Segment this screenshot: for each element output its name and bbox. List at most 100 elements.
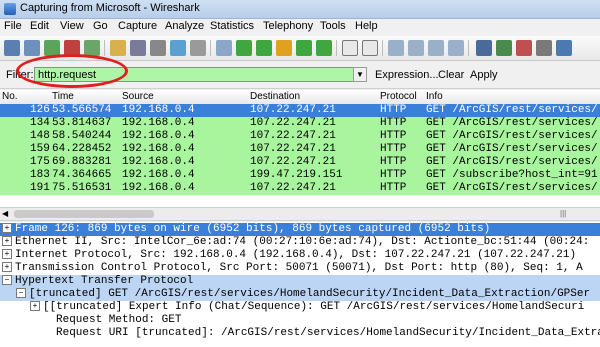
expand-icon[interactable]: + [2,236,12,247]
menu-statistics[interactable]: Statistics [210,20,254,32]
clear-button[interactable]: Clear [438,69,464,81]
detail-text: Internet Protocol, Src: 192.168.0.4 (192… [15,249,577,261]
packet-cell-info: GET /ArcGIS/rest/services/ [426,117,598,129]
toolbar-separator [468,40,469,56]
resize-columns-icon[interactable] [448,40,464,56]
detail-line[interactable]: − [truncated] GET /ArcGIS/rest/services/H… [0,288,600,301]
column-header-destination[interactable]: Destination [250,91,300,102]
packet-row[interactable]: 126 53.566574 192.168.0.4 107.22.247.21 HTTP… [0,104,600,117]
packet-cell-time: 53.566574 [52,104,112,116]
packet-cell-destination: 199.47.219.151 [250,169,343,181]
packet-row[interactable]: 191 75.516531 192.168.0.4 107.22.247.21 HTTP… [0,182,600,195]
capture-options-icon[interactable] [24,40,40,56]
packet-details-pane[interactable]: + Frame 126: 869 bytes on wire (6952 bits… [0,222,600,347]
chevron-down-icon[interactable]: ▼ [353,67,367,82]
expand-icon[interactable]: + [2,262,12,273]
expression-button[interactable]: Expression... [375,69,439,81]
packet-list-scrollbar[interactable]: ◀ ||| [0,207,600,221]
go-to-packet-icon[interactable] [276,40,292,56]
packet-list-header: No. Time Source Destination Protocol Inf… [0,90,600,105]
print-icon[interactable] [190,40,206,56]
coloring-rules-icon[interactable] [516,40,532,56]
collapse-icon[interactable]: − [16,288,26,299]
menu-file[interactable]: File [4,20,22,32]
packet-cell-no: 175 [30,156,50,168]
detail-line[interactable]: + Internet Protocol, Src: 192.168.0.4 (19… [0,249,600,262]
open-icon[interactable] [110,40,126,56]
grip-icon: ||| [560,209,567,218]
reload-icon[interactable] [170,40,186,56]
packet-row[interactable]: 175 69.883281 192.168.0.4 107.22.247.21 HTTP… [0,156,600,169]
expand-icon[interactable]: + [2,249,12,260]
column-header-no[interactable]: No. [2,91,18,102]
first-packet-icon[interactable] [296,40,312,56]
detail-line[interactable]: + Ethernet II, Src: IntelCor_6e:ad:74 (00… [0,236,600,249]
scrollbar-thumb[interactable] [14,210,154,218]
start-capture-icon[interactable] [44,40,60,56]
detail-line[interactable]: + [[truncated] Expert Info (Chat/Sequence… [0,301,600,314]
menu-telephony[interactable]: Telephony [263,20,313,32]
detail-line[interactable]: Request Method: GET [0,314,600,327]
scroll-left-icon[interactable]: ◀ [2,209,8,218]
packet-cell-destination: 107.22.247.21 [250,130,336,142]
packet-row[interactable]: 148 58.540244 192.168.0.4 107.22.247.21 HTTP… [0,130,600,143]
packet-cell-source: 192.168.0.4 [122,117,195,129]
expand-icon[interactable]: + [30,301,40,312]
menu-capture[interactable]: Capture [118,20,157,32]
capture-filters-icon[interactable] [476,40,492,56]
menu-tools[interactable]: Tools [320,20,346,32]
display-filter-input[interactable]: http.request [34,67,354,82]
detail-text: Frame 126: 869 bytes on wire (6952 bits)… [15,223,491,235]
packet-row[interactable]: 134 53.814637 192.168.0.4 107.22.247.21 HTTP… [0,117,600,130]
interface-list-icon[interactable] [4,40,20,56]
packet-cell-time: 58.540244 [52,130,112,142]
close-file-icon[interactable] [150,40,166,56]
toolbar-separator [210,40,211,56]
save-icon[interactable] [130,40,146,56]
menu-go[interactable]: Go [93,20,108,32]
packet-row[interactable]: 183 74.364665 192.168.0.4 199.47.219.151 HTT… [0,169,600,182]
packet-cell-info: GET /ArcGIS/rest/services/ [426,130,598,142]
menu-help[interactable]: Help [355,20,378,32]
packet-cell-info: GET /ArcGIS/rest/services/ [426,156,598,168]
find-icon[interactable] [216,40,232,56]
column-header-source[interactable]: Source [122,91,154,102]
column-header-protocol[interactable]: Protocol [380,91,417,102]
help-icon[interactable] [556,40,572,56]
forward-icon[interactable] [256,40,272,56]
apply-button[interactable]: Apply [470,69,498,81]
detail-line[interactable]: + Transmission Control Protocol, Src Port… [0,262,600,275]
detail-line[interactable]: Request URI [truncated]: /ArcGIS/rest/se… [0,327,600,340]
zoom-in-icon[interactable] [388,40,404,56]
packet-cell-protocol: HTTP [380,182,407,194]
last-packet-icon[interactable] [316,40,332,56]
wireshark-app-icon [4,3,16,15]
autoscroll-icon[interactable] [362,40,378,56]
menu-edit[interactable]: Edit [30,20,49,32]
packet-list-pane[interactable]: No. Time Source Destination Protocol Inf… [0,90,600,208]
preferences-icon[interactable] [536,40,552,56]
packet-cell-no: 134 [30,117,50,129]
column-header-info[interactable]: Info [426,91,443,102]
packet-cell-time: 69.883281 [52,156,112,168]
detail-line[interactable]: + Frame 126: 869 bytes on wire (6952 bits… [0,223,600,236]
packet-cell-info: GET /ArcGIS/rest/services/ [426,143,598,155]
collapse-icon[interactable]: − [2,275,12,286]
detail-line[interactable]: − Hypertext Transfer Protocol [0,275,600,288]
packet-cell-source: 192.168.0.4 [122,104,195,116]
packet-list-icon[interactable] [342,40,358,56]
stop-capture-icon[interactable] [64,40,80,56]
packet-cell-no: 191 [30,182,50,194]
expand-icon[interactable]: + [2,223,12,234]
back-icon[interactable] [236,40,252,56]
menu-analyze[interactable]: Analyze [165,20,204,32]
column-header-time[interactable]: Time [52,91,74,102]
display-filters-icon[interactable] [496,40,512,56]
detail-text: [[truncated] Expert Info (Chat/Sequence)… [43,301,585,313]
restart-capture-icon[interactable] [84,40,100,56]
packet-cell-destination: 107.22.247.21 [250,117,336,129]
menu-view[interactable]: View [60,20,84,32]
normal-size-icon[interactable] [428,40,444,56]
zoom-out-icon[interactable] [408,40,424,56]
packet-row[interactable]: 159 64.228452 192.168.0.4 107.22.247.21 HTTP… [0,143,600,156]
